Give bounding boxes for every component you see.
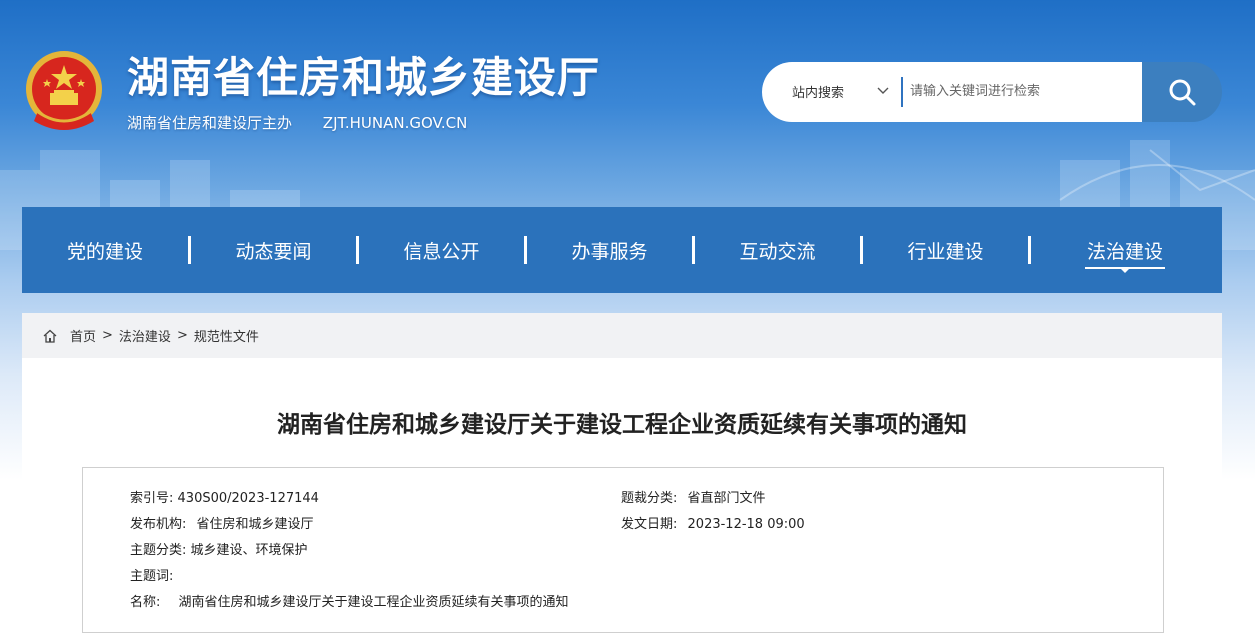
sponsor-text: 湖南省住房和建设厅主办 <box>127 114 293 132</box>
meta-topic-value: 城乡建设、环境保护 <box>190 543 308 558</box>
breadcrumb-separator: > <box>102 328 113 343</box>
meta-name: 名称: 湖南省住房和城乡建设厅关于建设工程企业资质延续有关事项的通知 <box>130 594 569 612</box>
breadcrumb-home[interactable]: 首页 <box>70 326 96 345</box>
site-subtitle: 湖南省住房和建设厅主办 ZJT.HUNAN.GOV.CN <box>127 113 467 133</box>
breadcrumb-normative-documents[interactable]: 规范性文件 <box>194 326 259 345</box>
meta-publisher-value: 省住房和城乡建设厅 <box>196 517 314 532</box>
meta-category-value: 省直部门文件 <box>687 491 766 506</box>
meta-index-label: 索引号: <box>130 491 174 506</box>
main-nav: 党的建设 动态要闻 信息公开 办事服务 互动交流 行业建设 法治建设 <box>22 207 1222 293</box>
meta-topic-label: 主题分类: <box>130 543 187 558</box>
chevron-down-icon[interactable] <box>876 84 890 98</box>
site-title: 湖南省住房和城乡建设厅 <box>127 53 601 102</box>
breadcrumb: 首页 > 法治建设 > 规范性文件 <box>22 313 1222 358</box>
meta-index-value: 430S00/2023-127144 <box>177 491 319 506</box>
nav-item-services[interactable]: 办事服务 <box>527 207 692 293</box>
search-scope-select[interactable]: 站内搜索 <box>792 82 844 101</box>
meta-date-value: 2023-12-18 09:00 <box>687 517 805 532</box>
article-title: 湖南省住房和城乡建设厅关于建设工程企业资质延续有关事项的通知 <box>277 412 967 438</box>
document-meta-box: 索引号: 430S00/2023-127144 题裁分类: 省直部门文件 发布机… <box>82 467 1164 633</box>
meta-name-value: 湖南省住房和城乡建设厅关于建设工程企业资质延续有关事项的通知 <box>178 595 569 610</box>
meta-keywords: 主题词: <box>130 568 173 586</box>
search-box: 站内搜索 <box>762 62 1142 122</box>
search-divider <box>901 77 903 107</box>
nav-item-party-building[interactable]: 党的建设 <box>22 207 188 293</box>
nav-item-info-disclosure[interactable]: 信息公开 <box>359 207 524 293</box>
meta-date: 发文日期: 2023-12-18 09:00 <box>621 516 805 534</box>
search-button[interactable] <box>1142 62 1222 122</box>
nav-item-industry[interactable]: 行业建设 <box>863 207 1028 293</box>
meta-name-label: 名称: <box>130 595 161 610</box>
search-icon <box>1169 79 1196 106</box>
meta-publisher: 发布机构: 省住房和城乡建设厅 <box>130 516 314 534</box>
nav-item-interaction[interactable]: 互动交流 <box>695 207 860 293</box>
meta-category: 题裁分类: 省直部门文件 <box>621 490 766 508</box>
home-icon <box>43 329 57 343</box>
meta-topic: 主题分类: 城乡建设、环境保护 <box>130 542 308 560</box>
meta-keywords-label: 主题词: <box>130 569 174 584</box>
site-domain: ZJT.HUNAN.GOV.CN <box>322 114 468 132</box>
nav-item-rule-of-law[interactable]: 法治建设 <box>1031 207 1219 293</box>
meta-category-label: 题裁分类: <box>621 491 678 506</box>
meta-date-label: 发文日期: <box>621 517 678 532</box>
search-bar: 站内搜索 <box>762 62 1222 122</box>
search-input[interactable] <box>910 76 1135 106</box>
nav-item-news[interactable]: 动态要闻 <box>191 207 356 293</box>
breadcrumb-rule-of-law[interactable]: 法治建设 <box>119 326 171 345</box>
meta-publisher-label: 发布机构: <box>130 517 187 532</box>
meta-index: 索引号: 430S00/2023-127144 <box>130 490 319 508</box>
breadcrumb-separator: > <box>176 328 188 343</box>
national-emblem-logo <box>26 51 102 130</box>
